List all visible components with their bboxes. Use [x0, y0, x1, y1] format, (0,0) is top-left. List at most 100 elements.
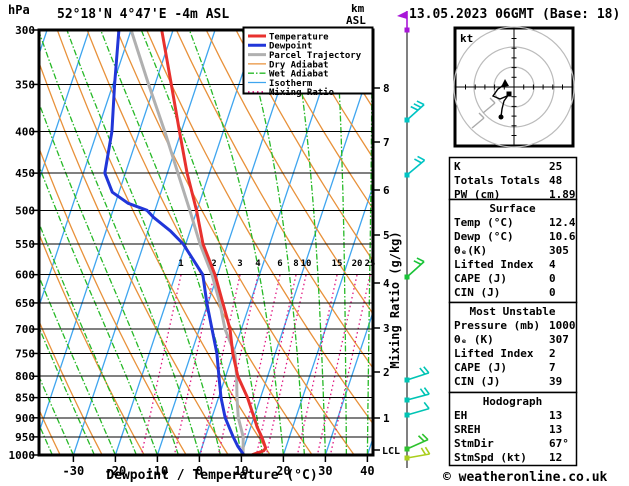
km-tick-label: 7: [383, 136, 390, 149]
pressure-tick-label: 850: [15, 392, 35, 405]
wind-barb-feather: [413, 103, 422, 109]
panel-row-label: Dewp (°C): [454, 230, 514, 243]
mixing-ratio-label: 1: [178, 259, 183, 269]
panel-row-label: K: [454, 160, 461, 173]
km-tick-label: 6: [383, 184, 390, 197]
panel-row-label: θₑ (K): [454, 333, 494, 346]
temp-tick-label: 40: [360, 464, 374, 478]
mixing-ratio-line: [316, 274, 358, 455]
sounding-app: 1 2 3 4 6 8 10 15 20 25 300 350 400 450 500 550 600 650 7…: [0, 0, 629, 486]
pressure-tick-label: 550: [15, 238, 35, 251]
lcl-label: LCL: [382, 446, 400, 457]
panel-title: Hodograph: [483, 395, 543, 408]
panel-row-value: 305: [549, 244, 569, 257]
wind-barb-flag: [397, 11, 407, 19]
panel-title: Surface: [489, 202, 536, 215]
panel-row-label: θₑ(K): [454, 244, 487, 257]
wind-barb-feather: [410, 105, 419, 111]
km-tick-label: 1: [383, 412, 390, 425]
panel-row-label: EH: [454, 409, 467, 422]
wind-barb-feather: [414, 158, 422, 164]
pressure-tick-label: 650: [15, 297, 35, 310]
panel-row-value: 7: [549, 361, 556, 374]
pressure-tick-label: 950: [15, 431, 35, 444]
mixing-ratio-label: 3: [237, 259, 242, 269]
mixing-ratio-label: 6: [277, 259, 282, 269]
wet-adiabat-line: [0, 30, 10, 455]
wind-barb-feather: [423, 366, 430, 374]
panel-row-label: CAPE (J): [454, 272, 507, 285]
pressure-tick-label: 800: [15, 370, 35, 383]
mixing-ratio-line: [265, 274, 307, 455]
pressure-tick-label: 700: [15, 323, 35, 336]
wind-barb-feather: [413, 260, 422, 266]
panel-row-label: SREH: [454, 423, 481, 436]
hodograph-dot-marker: [498, 114, 504, 120]
panel-row-value: 307: [549, 333, 569, 346]
copyright: © weatheronline.co.uk: [443, 470, 608, 485]
x-axis-title: Dewpoint / Temperature (°C): [106, 468, 317, 483]
panel-row-value: 1000: [549, 319, 576, 332]
panel-row-value: 4: [549, 258, 556, 271]
pressure-tick-label: 500: [15, 204, 35, 217]
pressure-tick-label: 300: [15, 24, 35, 37]
wind-barb-feather: [420, 447, 427, 456]
panel-row-value: 13: [549, 423, 562, 436]
pressure-tick-label: 750: [15, 347, 35, 360]
wind-barb: [406, 104, 425, 121]
wind-barb: [406, 159, 426, 176]
hodograph-square-marker: [506, 91, 512, 97]
wind-barb: [406, 407, 430, 416]
panel-row-value: 25: [549, 160, 562, 173]
pressure-tick-label: 350: [15, 78, 35, 91]
wind-barb-feather: [424, 446, 431, 455]
wind-barb-feather: [423, 401, 430, 410]
panel-row-value: 48: [549, 174, 562, 187]
panel-row-label: CAPE (J): [454, 361, 507, 374]
wind-barb-feather: [416, 100, 425, 106]
station-title: 52°18'N 4°47'E -4m ASL: [57, 7, 229, 22]
wind-barb: [406, 372, 430, 381]
mixing-ratio-label: 4: [255, 259, 261, 269]
wind-barb-feather: [419, 388, 426, 396]
legend: TemperatureDewpointParcel TrajectoryDry …: [242, 26, 374, 98]
panel-row-value: 10.6: [549, 230, 576, 243]
panel-row-label: CIN (J): [454, 375, 500, 388]
wind-barb-feather: [417, 155, 425, 161]
panel-row-label: StmSpd (kt): [454, 451, 527, 464]
mixing-ratio-label: 10: [301, 259, 312, 269]
km-tick-label: 8: [383, 82, 390, 95]
panel-row-value: 12.4: [549, 216, 576, 229]
pressure-tick-label: 1000: [9, 449, 36, 462]
wind-barb: [406, 453, 430, 459]
mixing-ratio-label: 20: [352, 259, 363, 269]
hodograph: [453, 26, 575, 148]
wind-barb-feather: [417, 435, 425, 442]
panel-row-value: 2: [549, 347, 556, 360]
panel-row-value: 12: [549, 451, 562, 464]
mixing-ratio-label: 15: [332, 259, 343, 269]
pressure-unit-label: hPa: [8, 3, 30, 17]
date-title: 13.05.2023 06GMT (Base: 18): [409, 7, 620, 22]
panel-row-label: Totals Totals: [454, 174, 540, 187]
mixing-ratio-line: [239, 274, 281, 455]
temp-tick-label: -30: [63, 464, 85, 478]
wind-barb-feather: [421, 433, 429, 441]
mixing-axis-label: Mixing Ratio (g/kg): [388, 231, 402, 368]
wind-barb-feather: [423, 387, 430, 395]
panel-row-label: Pressure (mb): [454, 319, 540, 332]
mixing-ratio-line: [329, 274, 371, 455]
panel-row-label: Lifted Index: [454, 258, 534, 271]
legend-label: Mixing Ratio: [269, 87, 334, 98]
pressure-tick-label: 900: [15, 412, 35, 425]
temp-tick-label: 30: [318, 464, 332, 478]
wind-barb-feather: [419, 367, 426, 375]
isotherm-line: [39, 30, 90, 183]
skewt-scene: 1 2 3 4 6 8 10 15 20 25 3003504004505005506006507…: [0, 2, 620, 485]
panel-row-label: Lifted Index: [454, 347, 534, 360]
mixing-ratio-line: [255, 274, 297, 455]
wind-barb: [406, 261, 425, 278]
panel-row-value: 0: [549, 286, 556, 299]
panel-row-value: 39: [549, 375, 562, 388]
pressure-tick-label: 450: [15, 167, 35, 180]
